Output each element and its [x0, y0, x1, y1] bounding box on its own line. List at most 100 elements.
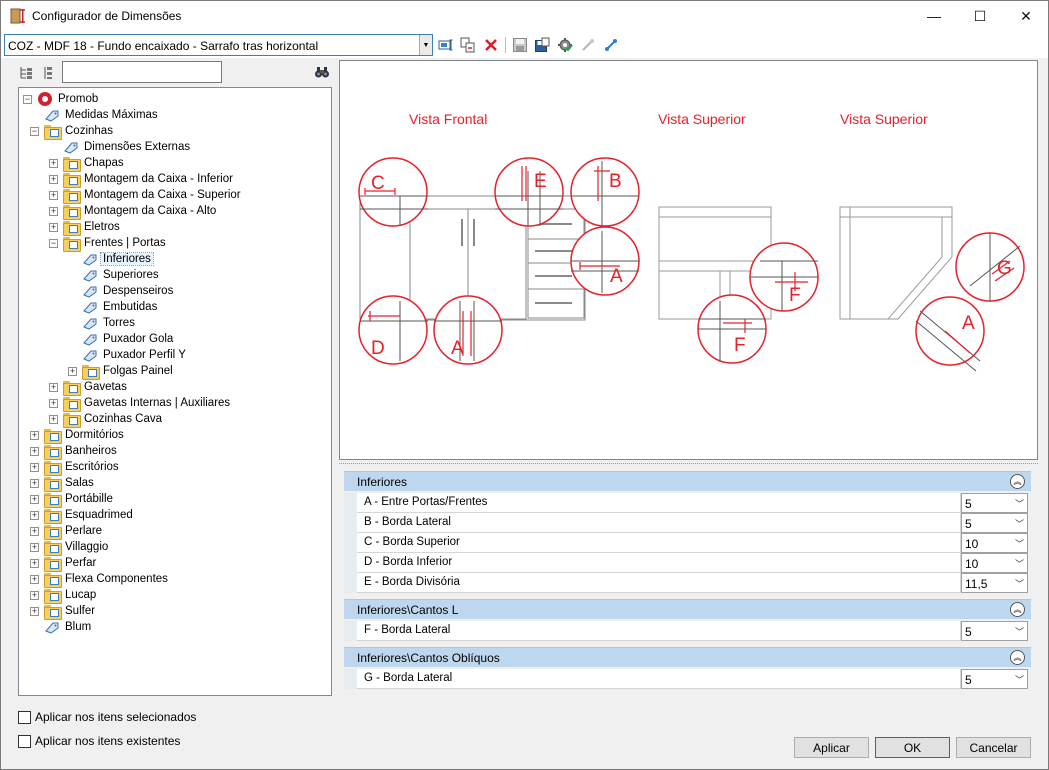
- cancel-button[interactable]: Cancelar: [956, 737, 1031, 758]
- tree-search-input[interactable]: [62, 61, 222, 83]
- property-value-select[interactable]: 5 ﹀: [961, 513, 1028, 533]
- tree-expander-icon[interactable]: +: [30, 527, 39, 536]
- tree-item[interactable]: Perfar: [44, 555, 98, 572]
- tree-item[interactable]: Gavetas: [63, 379, 129, 396]
- tree-item[interactable]: Despenseiros: [82, 283, 175, 299]
- maximize-button[interactable]: ☐: [957, 1, 1003, 31]
- tree-expander-icon[interactable]: +: [30, 447, 39, 456]
- gear-icon[interactable]: [556, 36, 574, 54]
- apply-button[interactable]: Aplicar: [794, 737, 869, 758]
- copy-icon[interactable]: [459, 36, 477, 54]
- panel-splitter[interactable]: [339, 463, 1038, 465]
- tree-item[interactable]: Cozinhas: [44, 123, 115, 140]
- apply-existing-checkbox[interactable]: [18, 734, 31, 748]
- tree-item[interactable]: Puxador Perfil Y: [82, 347, 188, 363]
- ok-button[interactable]: OK: [875, 737, 950, 758]
- tree-item[interactable]: Flexa Componentes: [44, 571, 170, 588]
- tree-item[interactable]: Embutidas: [82, 299, 159, 315]
- chevron-down-icon[interactable]: ﹀: [1015, 517, 1024, 530]
- tree-expander-icon[interactable]: +: [49, 399, 58, 408]
- save-icon[interactable]: [511, 36, 529, 54]
- tree-item[interactable]: Montagem da Caixa - Superior: [63, 187, 243, 204]
- tree-item[interactable]: Lucap: [44, 587, 98, 604]
- tree-expander-icon[interactable]: +: [68, 367, 77, 376]
- import-icon[interactable]: [579, 36, 597, 54]
- tree-expander-icon[interactable]: +: [30, 543, 39, 552]
- binoculars-search-icon[interactable]: [313, 63, 331, 81]
- tree-item[interactable]: Superiores: [82, 267, 161, 283]
- close-button[interactable]: ✕: [1003, 1, 1049, 31]
- chevron-down-icon[interactable]: ﹀: [1015, 577, 1024, 590]
- tree-expander-icon[interactable]: −: [23, 95, 32, 104]
- property-value-select[interactable]: 10 ﹀: [961, 553, 1028, 573]
- config-select[interactable]: COZ - MDF 18 - Fundo encaixado - Sarrafo…: [4, 34, 433, 56]
- tree-expander-icon[interactable]: −: [49, 239, 58, 248]
- tree-item[interactable]: Portábille: [44, 491, 115, 508]
- tree-item[interactable]: Promob: [37, 91, 100, 107]
- chevron-down-icon[interactable]: ﹀: [1015, 537, 1024, 550]
- tree-item[interactable]: Puxador Gola: [82, 331, 175, 347]
- tree-item[interactable]: Dormitórios: [44, 427, 126, 444]
- tree-item[interactable]: Eletros: [63, 219, 122, 236]
- tree-item[interactable]: Escritórios: [44, 459, 121, 476]
- tree-item[interactable]: Banheiros: [44, 443, 119, 460]
- tree-expander-icon[interactable]: +: [30, 511, 39, 520]
- collapse-icon[interactable]: ︽: [1010, 474, 1025, 489]
- tree-expander-icon[interactable]: +: [30, 575, 39, 584]
- property-value-select[interactable]: 5 ﹀: [961, 669, 1028, 689]
- tree-item[interactable]: Sulfer: [44, 603, 97, 620]
- tree-item[interactable]: Folgas Painel: [82, 363, 175, 380]
- apply-selected-checkbox[interactable]: [18, 710, 31, 724]
- tree-item[interactable]: Torres: [82, 315, 137, 331]
- property-value-select[interactable]: 10 ﹀: [961, 533, 1028, 553]
- property-value-select[interactable]: 5 ﹀: [961, 621, 1028, 641]
- rename-icon[interactable]: [437, 36, 455, 54]
- tree-item[interactable]: Gavetas Internas | Auxiliares: [63, 395, 232, 412]
- tree-item[interactable]: Montagem da Caixa - Inferior: [63, 171, 235, 188]
- tree-expander-icon[interactable]: +: [49, 383, 58, 392]
- tree-item[interactable]: Frentes | Portas: [63, 235, 168, 252]
- tree-expander-icon[interactable]: +: [30, 591, 39, 600]
- tree-item[interactable]: Cozinhas Cava: [63, 411, 164, 428]
- chevron-down-icon[interactable]: ▼: [419, 35, 432, 55]
- tree-expander-icon[interactable]: +: [49, 207, 58, 216]
- tree-expander-icon[interactable]: −: [30, 127, 39, 136]
- tree-item[interactable]: Chapas: [63, 155, 126, 172]
- delete-icon[interactable]: [482, 36, 500, 54]
- tree-expander-icon[interactable]: +: [30, 495, 39, 504]
- property-value-select[interactable]: 11,5 ﹀: [961, 573, 1028, 593]
- tree-item[interactable]: Blum: [44, 619, 93, 635]
- chevron-down-icon[interactable]: ﹀: [1015, 625, 1024, 638]
- tree-expander-icon[interactable]: +: [49, 159, 58, 168]
- minimize-button[interactable]: —: [911, 1, 957, 31]
- chevron-down-icon[interactable]: ﹀: [1015, 673, 1024, 686]
- tree-item[interactable]: Dimensões Externas: [63, 139, 192, 155]
- chevron-down-icon[interactable]: ﹀: [1015, 497, 1024, 510]
- category-tree[interactable]: − Promob Medidas Máximas − Cozinhas Dimensões…: [18, 87, 332, 696]
- collapse-tree-icon[interactable]: [39, 64, 57, 82]
- tree-item[interactable]: Medidas Máximas: [44, 107, 160, 123]
- apply-selected-option[interactable]: Aplicar nos itens selecionados: [18, 710, 196, 724]
- tree-expander-icon[interactable]: +: [30, 463, 39, 472]
- tree-item[interactable]: Perlare: [44, 523, 104, 540]
- chevron-down-icon[interactable]: ﹀: [1015, 557, 1024, 570]
- tree-item[interactable]: Salas: [44, 475, 96, 492]
- tree-expander-icon[interactable]: +: [49, 415, 58, 424]
- tree-item[interactable]: Villaggio: [44, 539, 110, 556]
- tree-expander-icon[interactable]: +: [30, 479, 39, 488]
- property-value-select[interactable]: 5 ﹀: [961, 493, 1028, 513]
- collapse-icon[interactable]: ︽: [1010, 650, 1025, 665]
- expand-tree-icon[interactable]: [17, 64, 35, 82]
- tree-expander-icon[interactable]: +: [30, 431, 39, 440]
- tree-expander-icon[interactable]: +: [30, 559, 39, 568]
- tree-expander-icon[interactable]: +: [30, 607, 39, 616]
- tree-expander-icon[interactable]: +: [49, 175, 58, 184]
- tree-item[interactable]: Inferiores: [82, 251, 154, 267]
- collapse-icon[interactable]: ︽: [1010, 602, 1025, 617]
- tree-item[interactable]: Montagem da Caixa - Alto: [63, 203, 218, 220]
- export-icon[interactable]: [602, 36, 620, 54]
- save-as-icon[interactable]: [533, 36, 551, 54]
- tree-item[interactable]: Esquadrimed: [44, 507, 135, 524]
- apply-existing-option[interactable]: Aplicar nos itens existentes: [18, 734, 180, 748]
- tree-expander-icon[interactable]: +: [49, 191, 58, 200]
